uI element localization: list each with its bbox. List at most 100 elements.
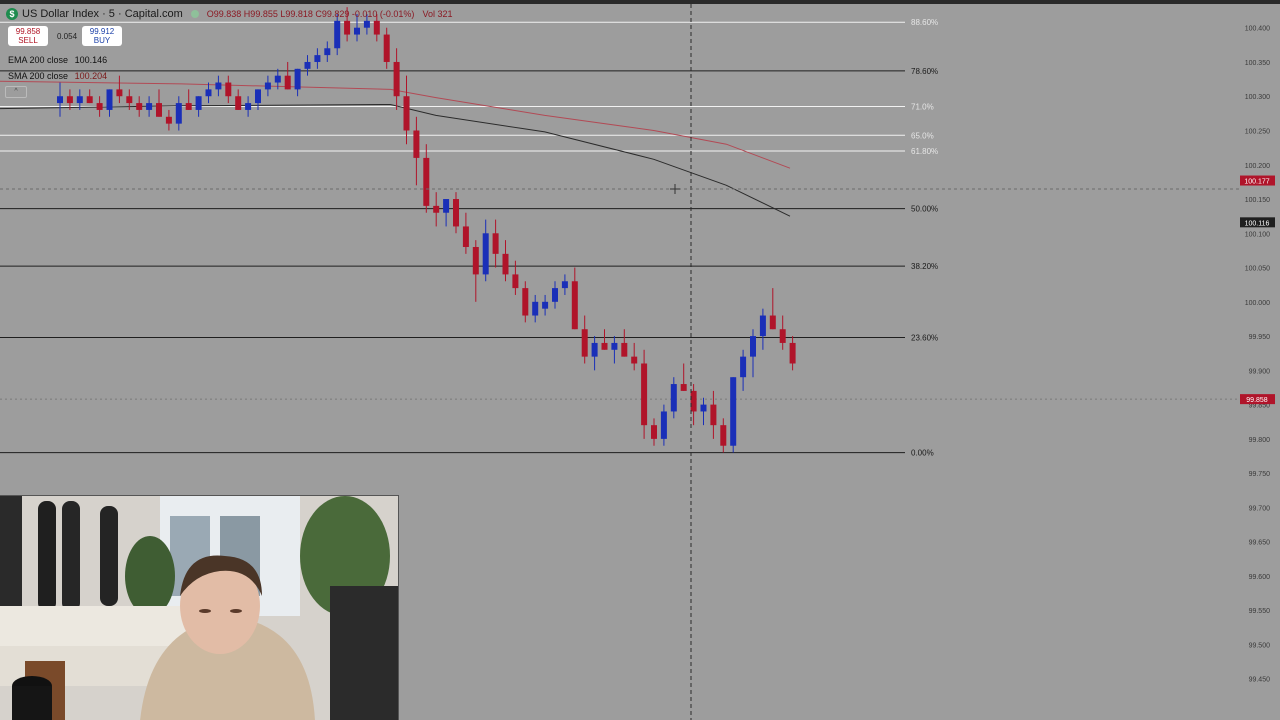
bear-candle [403, 96, 410, 131]
axis-tick-label: 100.400 [1245, 26, 1270, 33]
axis-tick-label: 99.450 [1249, 677, 1271, 684]
bear-candle [680, 384, 687, 391]
axis-tick-label: 99.800 [1249, 437, 1271, 444]
fib-label: 65.0% [911, 131, 934, 140]
bear-candle [86, 96, 93, 104]
market-status-icon [190, 10, 199, 18]
collapse-indicators-button[interactable]: ^ [5, 86, 27, 98]
fib-label: 78.60% [911, 67, 938, 76]
buy-label: BUY [93, 36, 111, 45]
bear-candle [720, 425, 727, 446]
fib-label: 38.20% [911, 262, 938, 271]
bear-candle [413, 130, 420, 158]
bull-candle [215, 82, 222, 90]
bear-candle [66, 96, 73, 104]
bear-candle [641, 363, 648, 426]
axis-tick-label: 100.200 [1245, 163, 1270, 170]
bull-candle [363, 20, 370, 28]
bull-candle [591, 342, 598, 357]
price-axis: 100.400 100.350 100.300 100.250 100.200 100.1… [1240, 26, 1275, 684]
fib-label: 88.60% [911, 18, 938, 27]
bear-candle [651, 425, 657, 439]
axis-tick-label: 100.050 [1245, 266, 1270, 273]
candles [57, 7, 796, 453]
bull-candle [482, 233, 489, 275]
bull-candle [274, 75, 281, 83]
axis-tick-label: 99.700 [1249, 505, 1271, 512]
axis-tick-label: 99.600 [1249, 574, 1271, 581]
bull-candle [314, 55, 321, 62]
bear-candle [423, 157, 430, 206]
capital-logo-icon: $ [6, 8, 18, 20]
bear-candle [631, 356, 638, 364]
indicator-label: SMA 200 close [8, 71, 69, 81]
bear-candle [779, 329, 786, 343]
indicator-ema[interactable]: EMA 200 close 100.146 [8, 55, 107, 65]
sell-label: SELL [18, 36, 38, 45]
bear-candle [344, 20, 351, 35]
indicator-value: 100.146 [74, 55, 108, 65]
buy-button[interactable]: 99.912 BUY [82, 26, 122, 46]
bear-candle [581, 329, 588, 357]
bear-candle [522, 288, 529, 316]
chart-header: $ US Dollar Index · 5 · Capital.com O99.… [6, 8, 452, 20]
bear-candle [156, 103, 162, 117]
bull-candle [264, 82, 271, 90]
bear-candle [512, 274, 519, 289]
fib-label: 71.0% [911, 103, 934, 112]
indicator-sma[interactable]: SMA 200 close 100.204 [8, 71, 107, 81]
symbol-title[interactable]: US Dollar Index · 5 · Capital.com [22, 8, 183, 20]
axis-tick-label: 99.750 [1249, 471, 1271, 478]
bull-candle [304, 61, 311, 69]
ema-200-line [0, 103, 791, 217]
indicator-label: EMA 200 close [8, 55, 69, 65]
bull-candle [532, 301, 539, 316]
bull-candle [76, 96, 83, 104]
bull-candle [740, 356, 747, 378]
bull-candle [175, 103, 182, 124]
bull-candle [759, 315, 766, 337]
bear-candle [126, 96, 133, 104]
axis-tick-label: 99.950 [1249, 334, 1271, 341]
bull-candle [670, 384, 677, 412]
price-label: 99.858 [1246, 397, 1268, 404]
bull-candle [245, 103, 252, 110]
sell-price: 99.858 [15, 27, 41, 36]
axis-tick-label: 99.650 [1249, 540, 1271, 547]
bull-candle [324, 48, 331, 56]
axis-tick-label: 99.550 [1249, 608, 1271, 615]
spread-value: 0.054 [57, 32, 78, 41]
bear-candle [393, 61, 400, 97]
bull-candle [106, 89, 113, 110]
bull-candle [57, 96, 63, 104]
webcam-overlay [0, 495, 399, 720]
bull-candle [195, 96, 202, 110]
bear-candle [383, 34, 390, 62]
bear-candle [601, 342, 608, 350]
bull-candle [552, 288, 558, 302]
moving-averages [0, 80, 791, 217]
bear-candle [284, 75, 291, 90]
bull-candle [561, 281, 568, 289]
bull-candle [205, 89, 212, 97]
indicator-value: 100.204 [74, 71, 108, 81]
bear-candle [235, 96, 242, 110]
bear-candle [502, 253, 509, 275]
bear-candle [472, 246, 479, 275]
volume-value: Vol 321 [422, 9, 453, 19]
bear-candle [710, 404, 717, 426]
bear-candle [96, 103, 103, 110]
price-label: 100.177 [1244, 179, 1269, 186]
sell-button[interactable]: 99.858 SELL [8, 26, 48, 46]
axis-tick-label: 100.350 [1245, 60, 1270, 67]
bull-candle [443, 199, 450, 213]
bear-candle [373, 20, 380, 35]
axis-tick-label: 100.300 [1245, 94, 1270, 101]
bear-candle [225, 82, 232, 97]
bear-candle [492, 233, 499, 254]
bear-candle [165, 116, 172, 124]
axis-tick-label: 100.000 [1245, 300, 1270, 307]
bear-candle [185, 103, 192, 110]
price-label: 100.116 [1245, 220, 1270, 227]
bear-candle [453, 199, 459, 227]
